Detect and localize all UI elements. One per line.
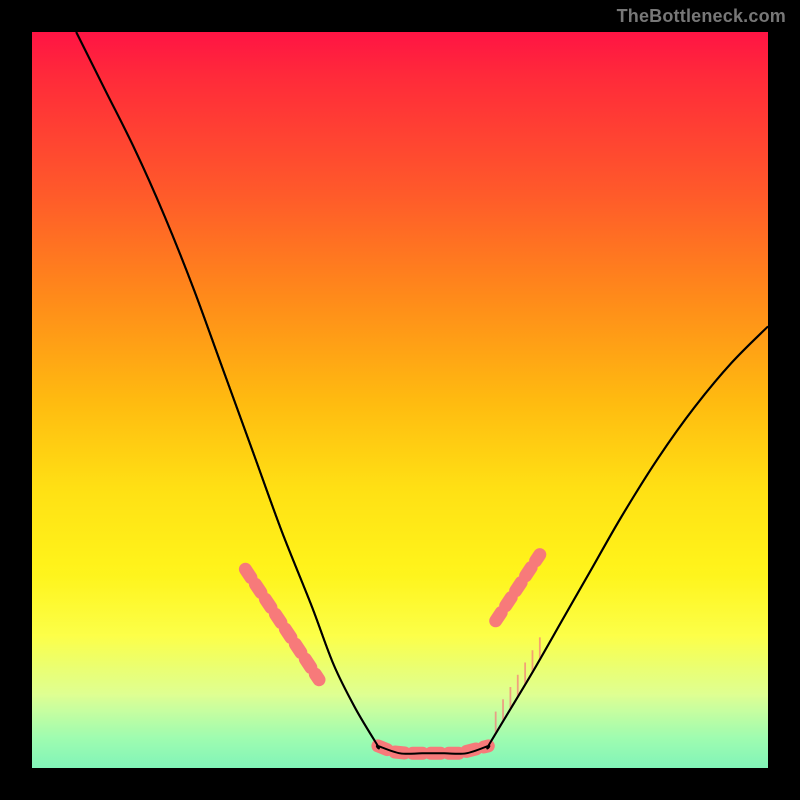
- chart-svg: [32, 32, 768, 768]
- chart-frame: TheBottleneck.com: [0, 0, 800, 800]
- overlay-curve: [76, 32, 768, 754]
- watermark-text: TheBottleneck.com: [617, 6, 786, 27]
- right-curve: [488, 326, 768, 746]
- salmon-left-segment: [245, 569, 319, 679]
- salmon-right-segment: [496, 555, 540, 621]
- left-curve: [76, 32, 378, 746]
- plot-area: [32, 32, 768, 768]
